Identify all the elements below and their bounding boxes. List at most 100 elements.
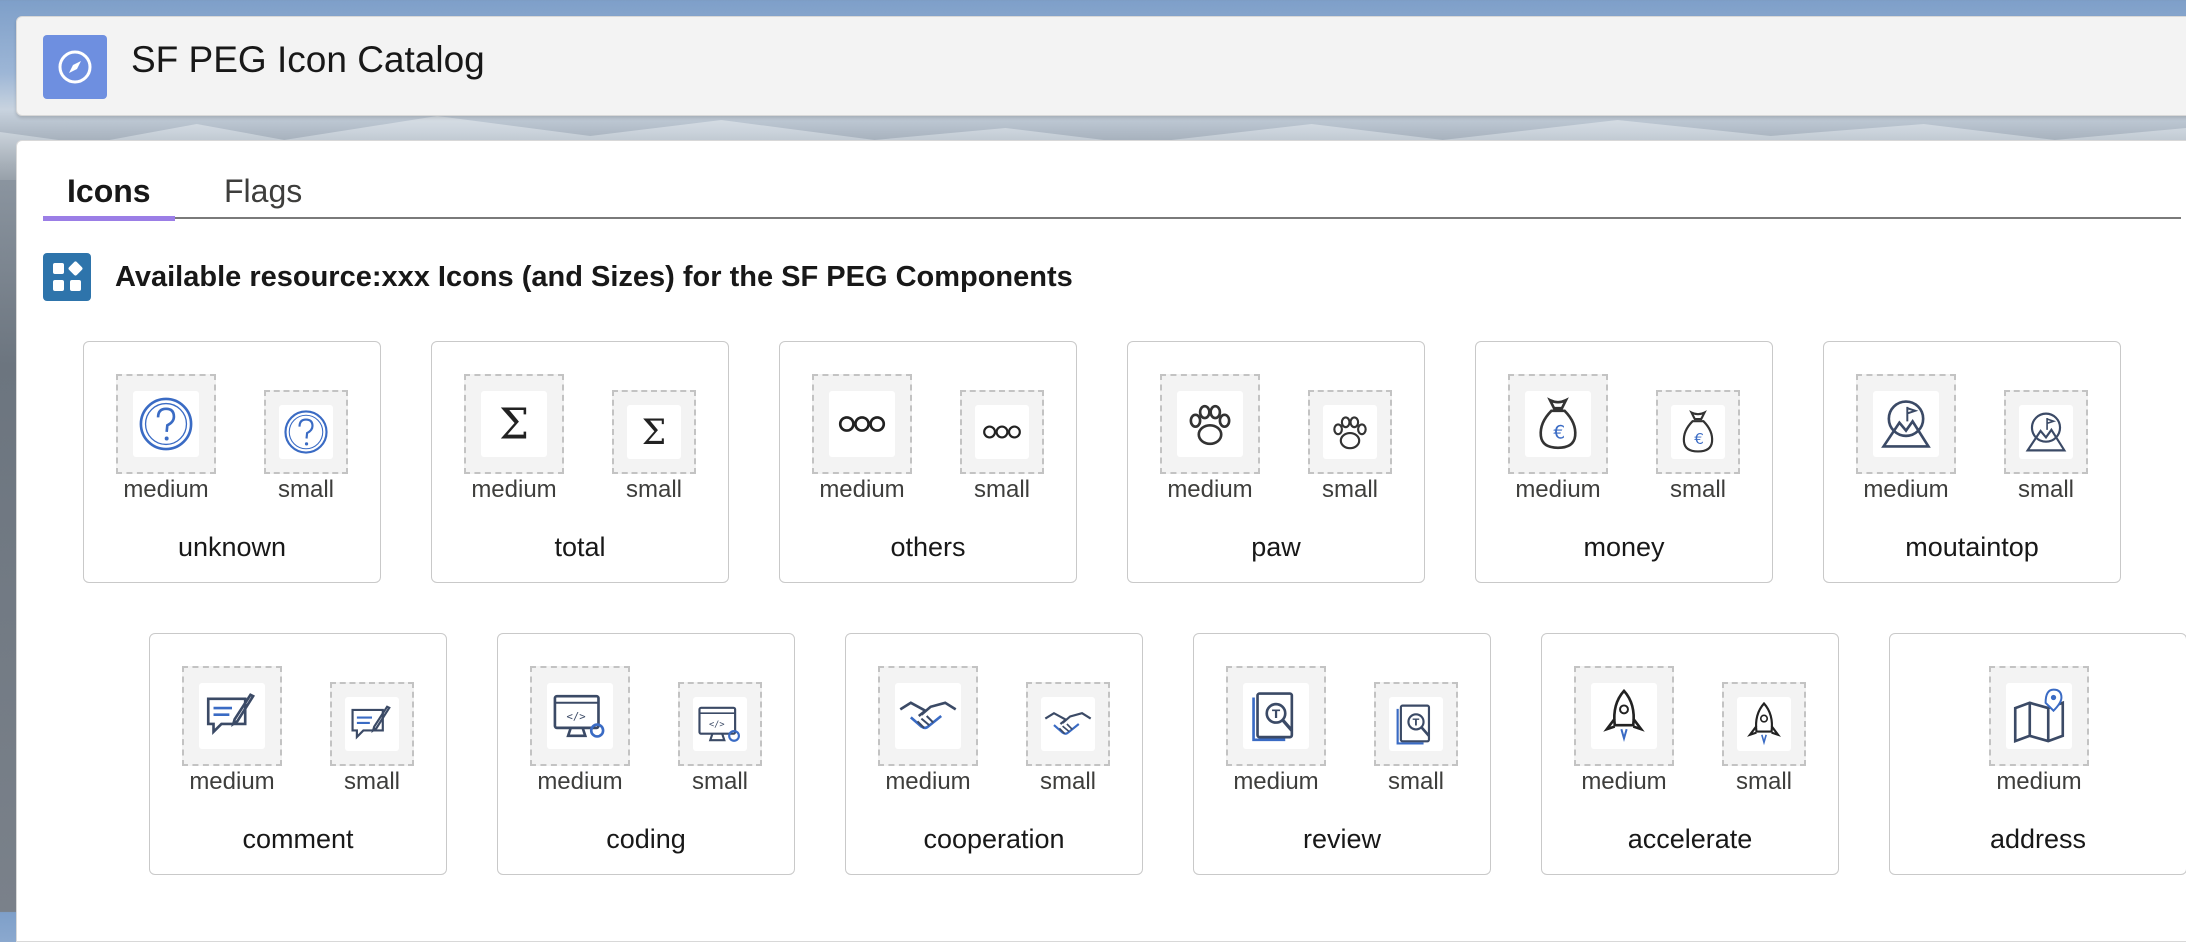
- size-label: small: [343, 768, 400, 795]
- small-icon-preview: small: [1722, 682, 1806, 806]
- medium-icon-preview: medium: [1856, 374, 1956, 514]
- size-label: medium: [1863, 476, 1949, 503]
- icon-preview-frame: [1026, 682, 1110, 766]
- size-label: medium: [819, 476, 905, 503]
- icon-tile-paw: medium small paw: [1127, 341, 1425, 583]
- size-label: medium: [1515, 476, 1601, 503]
- size-label: small: [973, 476, 1030, 503]
- svg-text:Σ: Σ: [499, 400, 529, 449]
- icon-tile-comment: medium small comment: [149, 633, 447, 875]
- document-review-icon: T: [1243, 683, 1309, 749]
- medium-icon-preview: medium: [812, 374, 912, 514]
- size-label: small: [1735, 768, 1792, 795]
- money-bag-euro-icon: €: [1671, 405, 1725, 459]
- icon-preview-frame: </>: [530, 666, 630, 766]
- icon-name: accelerate: [1627, 824, 1753, 854]
- icon-tile-accelerate: medium small accelerate: [1541, 633, 1839, 875]
- icon-name: review: [1302, 824, 1382, 854]
- icon-tile-review: Tmedium Tsmall review: [1193, 633, 1491, 875]
- small-icon-preview: Σsmall: [612, 390, 696, 514]
- main-card: Icons Flags Available resource:xxx Icons…: [16, 140, 2186, 942]
- map-pin-icon: [2006, 683, 2072, 749]
- question-mark-icon: [133, 391, 199, 457]
- handshake-icon: [895, 683, 961, 749]
- medium-icon-preview: medium: [1160, 374, 1260, 514]
- document-review-icon: T: [1389, 697, 1443, 751]
- svg-text:</>: </>: [567, 711, 586, 723]
- icon-tile-address: medium address: [1889, 633, 2186, 875]
- size-label: small: [625, 476, 682, 503]
- small-icon-preview: small: [2004, 390, 2088, 514]
- icon-preview-frame: [330, 682, 414, 766]
- size-label: medium: [123, 476, 209, 503]
- small-icon-preview: € small: [1656, 390, 1740, 514]
- tab-flags[interactable]: Flags: [200, 169, 326, 217]
- size-label: medium: [189, 768, 275, 795]
- icon-preview-frame: [960, 390, 1044, 474]
- small-icon-preview: small: [1026, 682, 1110, 806]
- size-label: small: [277, 476, 334, 503]
- icon-name: money: [1583, 532, 1665, 562]
- small-icon-preview: small: [264, 390, 348, 514]
- size-label: medium: [1167, 476, 1253, 503]
- rocket-icon: [1591, 683, 1657, 749]
- medium-icon-preview: medium: [182, 666, 282, 806]
- svg-text:</>: </>: [709, 720, 725, 730]
- icon-preview-frame: [812, 374, 912, 474]
- icon-name: others: [890, 532, 966, 562]
- icon-tile-total: Σmedium Σsmall total: [431, 341, 729, 583]
- icon-preview-frame: T: [1374, 682, 1458, 766]
- icon-preview-frame: [116, 374, 216, 474]
- medium-icon-preview: </> medium: [530, 666, 630, 806]
- question-mark-icon: [279, 405, 333, 459]
- small-icon-preview: Tsmall: [1374, 682, 1458, 806]
- small-icon-preview: small: [960, 390, 1044, 514]
- icon-name: total: [554, 532, 606, 562]
- compass-icon: [43, 35, 107, 99]
- icon-name: coding: [606, 824, 686, 854]
- size-label: medium: [471, 476, 557, 503]
- size-label: medium: [1233, 768, 1319, 795]
- icon-preview-frame: [878, 666, 978, 766]
- icon-tile-others: medium small others: [779, 341, 1077, 583]
- icon-preview-frame: [1989, 666, 2089, 766]
- icon-tile-coding: </> medium </> small coding: [497, 633, 795, 875]
- medium-icon-preview: Σmedium: [464, 374, 564, 514]
- icon-preview-frame: [2004, 390, 2088, 474]
- tab-icons[interactable]: Icons: [43, 169, 175, 221]
- icon-tile-unknown: medium small unknown: [83, 341, 381, 583]
- svg-text:T: T: [1272, 707, 1281, 721]
- small-icon-preview: small: [330, 682, 414, 806]
- svg-text:T: T: [1413, 718, 1420, 729]
- svg-text:Σ: Σ: [642, 413, 666, 453]
- comment-pen-icon: [345, 697, 399, 751]
- size-label: medium: [1996, 768, 2082, 795]
- medium-icon-preview: Tmedium: [1226, 666, 1326, 806]
- icon-preview-frame: [264, 390, 348, 474]
- three-circles-icon: [829, 391, 895, 457]
- icon-preview-frame: [1308, 390, 1392, 474]
- tab-bar: Icons Flags: [43, 169, 2181, 221]
- icon-preview-frame: €: [1508, 374, 1608, 474]
- icon-tile-money: € medium € small money: [1475, 341, 1773, 583]
- icon-name: comment: [242, 824, 354, 854]
- size-label: small: [1321, 476, 1378, 503]
- medium-icon-preview: medium: [116, 374, 216, 514]
- mountain-flag-icon: [2019, 405, 2073, 459]
- size-label: medium: [1581, 768, 1667, 795]
- rocket-icon: [1737, 697, 1791, 751]
- icon-tile-cooperation: medium small cooperation: [845, 633, 1143, 875]
- size-label: small: [691, 768, 748, 795]
- icon-preview-frame: T: [1226, 666, 1326, 766]
- paw-icon: [1323, 405, 1377, 459]
- money-bag-euro-icon: €: [1525, 391, 1591, 457]
- size-label: small: [1039, 768, 1096, 795]
- page-header: SF PEG Icon Catalog: [16, 16, 2186, 116]
- size-label: small: [1387, 768, 1444, 795]
- medium-icon-preview: medium: [1574, 666, 1674, 806]
- icon-name: moutaintop: [1905, 532, 2039, 562]
- icon-preview-frame: [1574, 666, 1674, 766]
- svg-text:€: €: [1553, 423, 1565, 444]
- icon-preview-frame: Σ: [464, 374, 564, 474]
- paw-icon: [1177, 391, 1243, 457]
